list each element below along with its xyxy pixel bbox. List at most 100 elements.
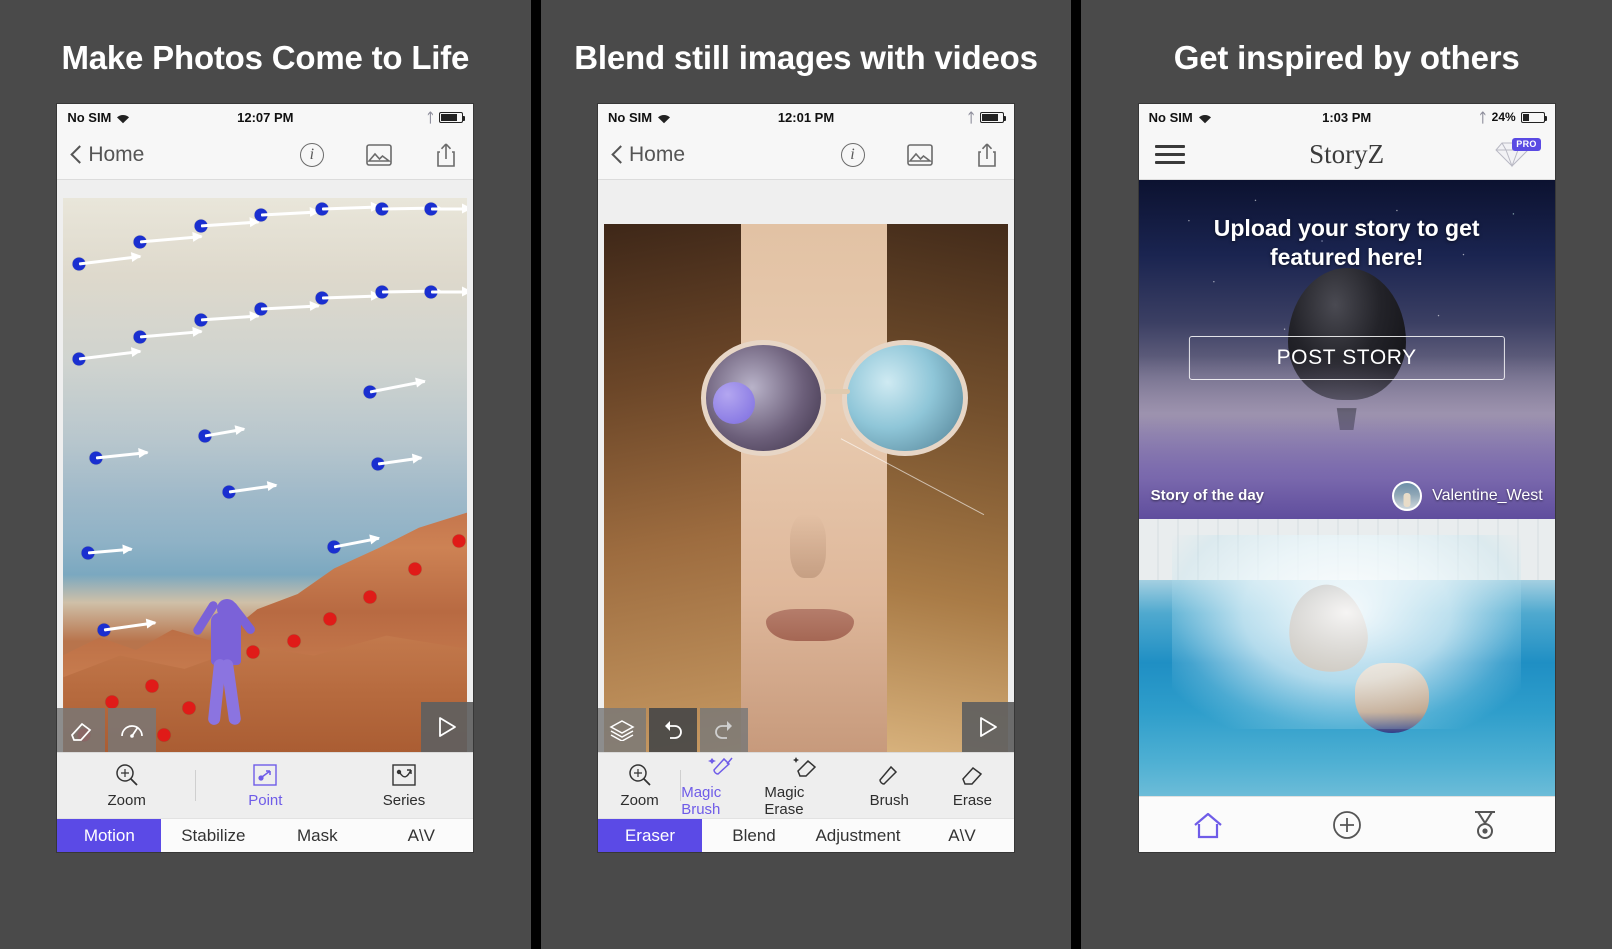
motion-arrow[interactable] [321, 205, 380, 211]
motion-arrow[interactable] [139, 235, 202, 244]
tool-zoom-2-label: Zoom [620, 792, 659, 809]
lips [765, 609, 855, 642]
anchor-point[interactable] [452, 534, 466, 548]
motion-arrow[interactable] [228, 483, 277, 494]
undo-icon[interactable] [649, 708, 697, 752]
story-author[interactable]: Valentine_West [1392, 480, 1543, 511]
nav-bar-3: StoryZ PRO [1138, 130, 1555, 180]
post-story-button[interactable]: POST STORY [1188, 335, 1505, 380]
glasses-bridge [823, 388, 851, 394]
motion-arrow[interactable] [79, 349, 142, 361]
motion-arrow[interactable] [261, 210, 320, 217]
anchor-point[interactable] [323, 612, 337, 626]
motion-arrow[interactable] [79, 255, 142, 266]
motion-arrow[interactable] [378, 456, 423, 466]
tool-point[interactable]: Point [196, 762, 335, 809]
motion-series-icon [391, 762, 417, 787]
redo-icon[interactable] [700, 708, 748, 752]
hair-right [886, 224, 1008, 752]
tab-mask[interactable]: Mask [265, 819, 369, 852]
tab-stabilize[interactable]: Stabilize [161, 819, 265, 852]
info-icon[interactable]: i [839, 141, 866, 168]
tab-blend[interactable]: Blend [702, 819, 806, 852]
anchor-point[interactable] [157, 728, 171, 742]
plus-circle-icon[interactable] [1277, 809, 1416, 841]
canvas-tools-1 [57, 708, 157, 752]
image-icon[interactable] [365, 141, 392, 168]
tool-brush-label: Brush [869, 792, 909, 809]
home-icon[interactable] [1139, 810, 1278, 840]
anchor-point[interactable] [363, 590, 377, 604]
nav-bar-2: Home i [598, 130, 1014, 180]
status-left-2: No SIM [608, 110, 671, 125]
motion-arrow[interactable] [200, 314, 259, 322]
tool-erase[interactable]: Erase [931, 762, 1014, 809]
back-button-1[interactable]: Home [71, 143, 144, 167]
anchor-point[interactable] [145, 679, 159, 693]
motion-arrow[interactable] [95, 451, 148, 460]
carrier-label: No SIM [1148, 109, 1193, 125]
editor-canvas-2[interactable] [598, 180, 1014, 752]
banner-line-1: Upload your story to get [1213, 214, 1480, 241]
feed-card-featured[interactable]: Upload your story to get featured here! … [1138, 180, 1555, 519]
motion-arrow[interactable] [139, 329, 202, 338]
tool-brush[interactable]: Brush [848, 762, 931, 809]
anchor-point[interactable] [105, 695, 119, 709]
motion-arrow[interactable] [87, 547, 132, 555]
motion-arrow[interactable] [204, 427, 245, 438]
feed-list[interactable]: Upload your story to get featured here! … [1138, 180, 1555, 796]
editor-canvas-1[interactable] [57, 180, 474, 752]
hamburger-icon[interactable] [1154, 140, 1185, 169]
tab-motion[interactable]: Motion [57, 819, 162, 852]
motion-arrow[interactable] [321, 294, 380, 300]
tool-strip-2: Zoom Magic Brush Magic Erase Brush Erase [598, 752, 1014, 818]
tool-zoom-2[interactable]: Zoom [598, 762, 682, 809]
tool-zoom[interactable]: Zoom [57, 762, 196, 809]
water-splash [1171, 535, 1522, 730]
share-icon[interactable] [973, 141, 1000, 168]
back-label-2: Home [629, 142, 686, 166]
medal-icon[interactable] [1416, 809, 1555, 841]
battery-icon [980, 111, 1006, 123]
play-button-1[interactable] [421, 702, 474, 752]
motion-arrow[interactable] [200, 220, 259, 228]
share-icon[interactable] [432, 141, 459, 168]
bluetooth-icon: ᛏ [1478, 109, 1487, 125]
carrier-label: No SIM [67, 109, 112, 125]
bluetooth-icon: ᛏ [426, 109, 435, 125]
anchor-point[interactable] [182, 701, 196, 715]
back-button-2[interactable]: Home [612, 143, 685, 167]
eraser-icon[interactable] [57, 708, 106, 752]
feed-card-second[interactable] [1138, 518, 1555, 796]
tab-av-2[interactable]: A\V [910, 819, 1014, 852]
play-button-2[interactable] [962, 702, 1014, 752]
promo-panel-2: Blend still images with videos No SIM 12… [530, 0, 1072, 949]
image-icon[interactable] [906, 141, 933, 168]
motion-arrow[interactable] [430, 203, 468, 214]
tab-adjustment[interactable]: Adjustment [806, 819, 910, 852]
pro-button[interactable]: PRO [1494, 137, 1541, 171]
tab-av[interactable]: A\V [369, 819, 473, 852]
speedometer-icon[interactable] [108, 708, 157, 752]
nav-bar-1: Home i [57, 130, 474, 180]
tab-eraser[interactable]: Eraser [598, 819, 702, 852]
tool-magic-brush[interactable]: Magic Brush [681, 754, 764, 818]
tool-point-label: Point [248, 792, 283, 809]
tool-magic-brush-label: Magic Brush [681, 783, 722, 818]
phone-mockup-2: No SIM 12:01 PM ᛏ Home i Zoom Magic Brus… [598, 104, 1014, 852]
anchor-point[interactable] [246, 645, 260, 659]
motion-arrow[interactable] [261, 304, 320, 311]
battery-icon [439, 111, 466, 123]
layers-icon[interactable] [598, 708, 646, 752]
lens-right [842, 340, 968, 457]
tool-magic-erase[interactable]: Magic Erase [764, 754, 847, 818]
motion-arrow[interactable] [103, 621, 156, 632]
info-icon[interactable]: i [298, 141, 325, 168]
motion-arrow[interactable] [370, 379, 426, 394]
tool-series[interactable]: Series [335, 762, 474, 809]
anchor-point[interactable] [287, 634, 301, 648]
banner-text: Upload your story to get featured here! [1139, 214, 1555, 273]
anchor-point[interactable] [408, 562, 422, 576]
motion-arrow[interactable] [430, 286, 468, 297]
motion-arrow[interactable] [333, 536, 380, 549]
